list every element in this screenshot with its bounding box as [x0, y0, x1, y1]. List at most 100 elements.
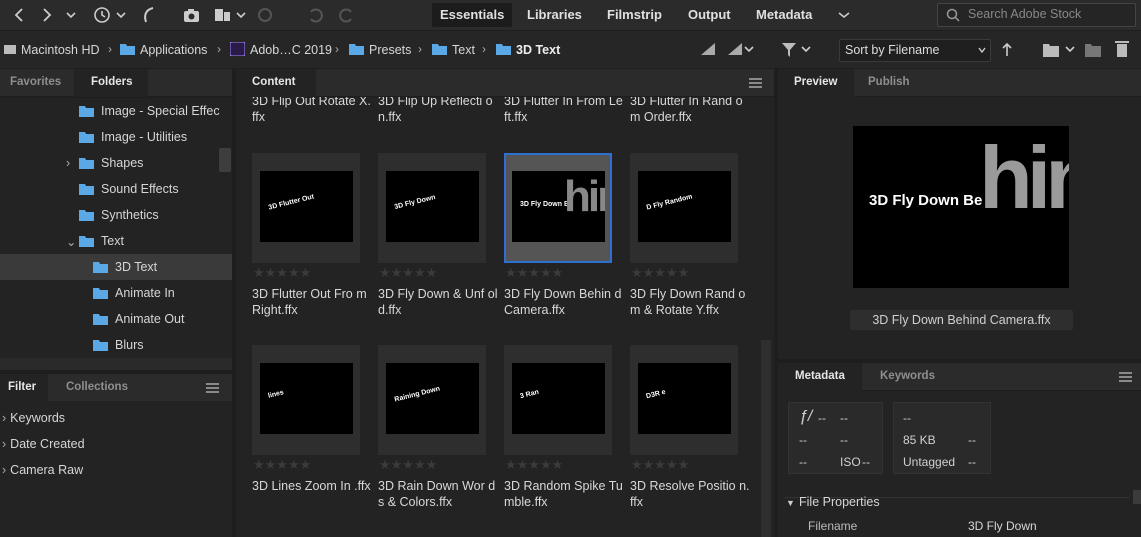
sort-ascending-icon[interactable] [1001, 43, 1013, 57]
thumbnail-caption[interactable]: 3D Fly Down & Unf old.ffx [378, 286, 498, 318]
disclosure-arrow-icon[interactable]: › [66, 156, 70, 170]
metering-value: -- [799, 455, 807, 469]
filter-item[interactable]: › Keywords [0, 411, 65, 425]
folder-tree-item[interactable]: Sound Effects [0, 176, 232, 202]
thumbnail-caption[interactable]: 3D Flip Up Reflecti on.ffx [378, 97, 498, 125]
chevron-down-icon[interactable] [744, 45, 754, 53]
tab-output[interactable]: Output [680, 3, 739, 27]
thumbnail-caption[interactable]: 3D Flutter In From Left.ffx [504, 97, 624, 125]
search-placeholder: Search Adobe Stock [968, 7, 1082, 21]
thumbnail-caption[interactable]: 3D Flutter Out Fro m Right.ffx [252, 286, 372, 318]
tab-folders[interactable]: Folders [91, 76, 133, 88]
filter-items-icon[interactable] [781, 42, 799, 58]
breadcrumb-after-effects[interactable]: Adob…C 2019 [250, 43, 332, 57]
thumbnail[interactable]: 3D Fly Down [378, 153, 486, 263]
folder-tree-item[interactable]: ⌄ Text [0, 228, 232, 254]
thumbnail-caption[interactable]: 3D Resolve Positio n.ffx [630, 478, 750, 510]
tab-filter[interactable]: Filter [8, 381, 36, 393]
star-rating[interactable]: ★★★★★ [505, 457, 563, 473]
thumbnail[interactable]: lines [252, 345, 360, 455]
thumbnail[interactable]: Raining Down [378, 345, 486, 455]
chevron-down-icon[interactable] [1065, 45, 1075, 53]
rotate-left-icon[interactable] [305, 5, 327, 25]
recent-folder-icon[interactable] [1043, 42, 1065, 58]
rating-filter-icon[interactable] [727, 42, 743, 56]
tab-metadata-panel[interactable]: Metadata [795, 370, 845, 382]
thumbnail[interactable]: 3D Flutter Out [252, 153, 360, 263]
breadcrumb-applications[interactable]: Applications [140, 43, 207, 57]
tab-content[interactable]: Content [252, 76, 295, 88]
rotate-right-icon[interactable] [335, 5, 357, 25]
preview-image[interactable]: 3D Fly Down Be hin [853, 126, 1069, 288]
star-rating[interactable]: ★★★★★ [631, 457, 689, 473]
thumbnail-caption[interactable]: 3D Fly Down Behin d Camera.ffx [504, 286, 624, 318]
new-folder-icon[interactable] [1085, 43, 1101, 57]
thumbnail-caption[interactable]: 3D Flutter In Rand om Order.ffx [630, 97, 750, 125]
expand-chevron-icon[interactable]: ▼ [786, 498, 795, 508]
filter-item[interactable]: › Date Created [0, 437, 85, 451]
chevron-down-icon[interactable] [230, 5, 252, 25]
file-properties-section[interactable]: File Properties [799, 495, 880, 509]
thumbnail[interactable]: D3R e [630, 345, 738, 455]
trash-icon[interactable] [1115, 40, 1129, 58]
tab-collections[interactable]: Collections [66, 381, 128, 393]
thumbnail[interactable]: D Fly Random [630, 153, 738, 263]
disclosure-arrow-icon[interactable]: ⌄ [66, 234, 76, 249]
thumbnail-caption[interactable]: 3D Fly Down Rand om & Rotate Y.ffx [630, 286, 750, 318]
panel-menu-icon[interactable] [749, 78, 762, 88]
folder-tree-item[interactable]: Animate Out [0, 306, 232, 332]
quality-icon[interactable] [700, 42, 716, 56]
panel-menu-icon[interactable] [1119, 372, 1132, 382]
thumbnail-caption[interactable]: 3D Flip Out Rotate X.ffx [252, 97, 372, 125]
folder-tree-item[interactable]: Image - Utilities [0, 124, 232, 150]
thumbnail-caption[interactable]: 3D Rain Down Wor ds & Colors.ffx [378, 478, 498, 510]
disclosure-arrow-icon[interactable]: › [2, 437, 6, 451]
tab-essentials[interactable]: Essentials [432, 3, 513, 27]
workspace-menu-chevron-icon[interactable] [833, 5, 855, 25]
panel-menu-icon[interactable] [206, 383, 219, 393]
star-rating[interactable]: ★★★★★ [253, 265, 311, 281]
folder-tree-item[interactable]: Animate In [0, 280, 232, 306]
back-icon[interactable] [8, 5, 30, 25]
star-rating[interactable]: ★★★★★ [253, 457, 311, 473]
thumbnail-caption[interactable]: 3D Random Spike Tumble.ffx [504, 478, 624, 510]
thumbnail[interactable]: 3 Ran [504, 345, 612, 455]
sync-icon[interactable] [254, 5, 276, 25]
color-profile-value: Untagged [903, 455, 956, 469]
breadcrumb-presets[interactable]: Presets [369, 43, 411, 57]
folder-tree-item[interactable]: Blurs [0, 332, 232, 358]
star-rating[interactable]: ★★★★★ [379, 457, 437, 473]
tab-publish[interactable]: Publish [868, 76, 910, 88]
metadata-scrollbar[interactable] [1133, 490, 1141, 504]
thumbnail[interactable]: 3D Fly Down Behin [504, 153, 612, 263]
breadcrumb-macintosh-hd[interactable]: Macintosh HD [21, 43, 100, 57]
chevron-down-icon[interactable] [110, 5, 132, 25]
content-scrollbar[interactable] [761, 340, 771, 537]
folder-tree-item[interactable]: Synthetics [0, 202, 232, 228]
camera-icon[interactable] [182, 5, 204, 25]
tab-preview[interactable]: Preview [794, 76, 837, 88]
tab-filmstrip[interactable]: Filmstrip [599, 3, 670, 27]
chevron-down-icon[interactable] [801, 45, 811, 53]
star-rating[interactable]: ★★★★★ [505, 265, 563, 281]
thumbnail-caption[interactable]: 3D Lines Zoom In .ffx [252, 478, 372, 494]
tab-favorites[interactable]: Favorites [10, 76, 61, 88]
folder-tree-item[interactable]: › Shapes [0, 150, 232, 176]
star-rating[interactable]: ★★★★★ [379, 265, 437, 281]
tab-libraries[interactable]: Libraries [519, 3, 590, 27]
filter-item[interactable]: › Camera Raw [0, 463, 83, 477]
forward-icon[interactable] [36, 5, 58, 25]
disclosure-arrow-icon[interactable]: › [2, 463, 6, 477]
tree-horizontal-scrollbar[interactable] [0, 358, 232, 370]
breadcrumb-text[interactable]: Text [452, 43, 475, 57]
tab-metadata[interactable]: Metadata [748, 3, 820, 27]
folder-tree-item[interactable]: 3D Text [0, 254, 232, 280]
tree-scrollbar-thumb[interactable] [219, 148, 231, 172]
chevron-down-icon[interactable] [60, 5, 82, 25]
breadcrumb-3d-text[interactable]: 3D Text [516, 43, 560, 57]
disclosure-arrow-icon[interactable]: › [2, 411, 6, 425]
boomerang-icon[interactable] [138, 5, 160, 25]
folder-tree-item[interactable]: Image - Special Effec [0, 98, 232, 124]
star-rating[interactable]: ★★★★★ [631, 265, 689, 281]
tab-keywords[interactable]: Keywords [880, 370, 935, 382]
